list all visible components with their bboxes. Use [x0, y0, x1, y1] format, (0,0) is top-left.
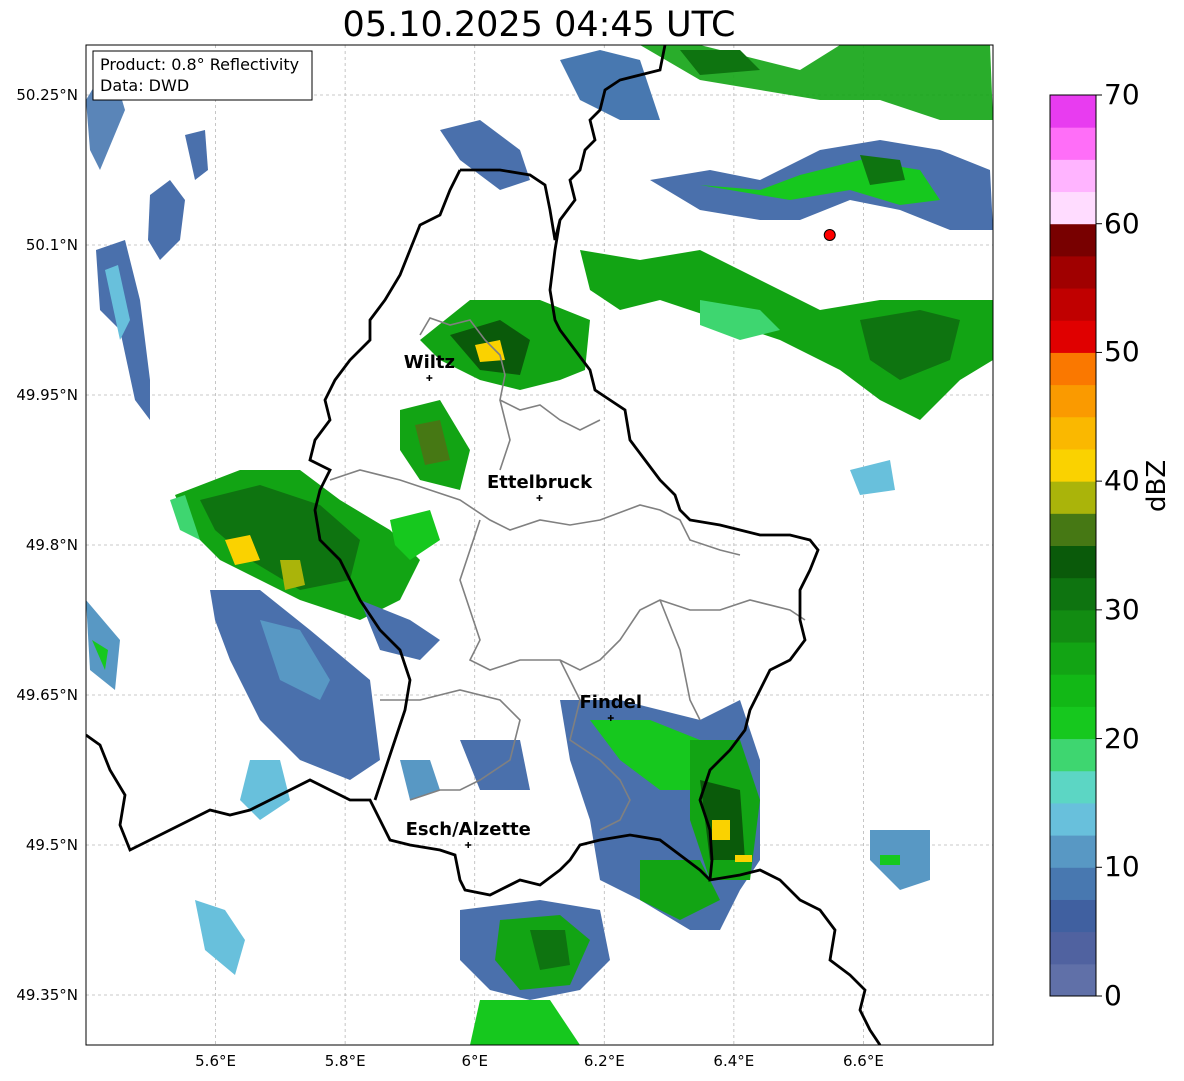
- x-tick-label: 5.6°E: [195, 1052, 236, 1070]
- info-box: Product: 0.8° Reflectivity Data: DWD: [92, 50, 313, 101]
- city-label: Wiltz: [404, 352, 455, 373]
- colorbar-segment: [1050, 609, 1096, 643]
- colorbar-segment: [1050, 352, 1096, 386]
- info-data: Data: DWD: [100, 76, 189, 95]
- y-tick-label: 49.5°N: [26, 836, 78, 854]
- colorbar-segment: [1050, 384, 1096, 418]
- colorbar-segment: [1050, 95, 1096, 128]
- colorbar-segment: [1050, 802, 1096, 836]
- colorbar-segment: [1050, 770, 1096, 804]
- colorbar-segment: [1050, 416, 1096, 450]
- colorbar-tick-label: 10: [1104, 850, 1140, 884]
- colorbar-segment: [1050, 288, 1096, 321]
- y-tick-label: 49.95°N: [16, 386, 78, 404]
- colorbar-segment: [1050, 577, 1096, 611]
- y-tick-label: 49.8°N: [26, 536, 78, 554]
- colorbar-segment: [1050, 963, 1096, 997]
- colorbar-segment: [1050, 513, 1096, 546]
- info-product: Product: 0.8° Reflectivity: [100, 55, 299, 74]
- colorbar-tick-label: 40: [1104, 464, 1140, 498]
- colorbar-segment: [1050, 931, 1096, 965]
- colorbar-segment: [1050, 481, 1096, 514]
- city-label: Ettelbruck: [487, 472, 593, 493]
- colorbar-label: dBZ: [1142, 459, 1172, 512]
- colorbar-segment: [1050, 899, 1096, 933]
- colorbar-segment: [1050, 191, 1096, 225]
- radar-map: Wiltz Ettelbruck Findel Esch/Alzette 5.6°E 5…: [16, 44, 1102, 1070]
- colorbar: [1049, 94, 1102, 997]
- colorbar-segment: [1050, 223, 1096, 257]
- y-tick-label: 50.25°N: [16, 86, 78, 104]
- x-tick-label: 6.2°E: [584, 1052, 625, 1070]
- colorbar-segment: [1050, 255, 1096, 289]
- x-tick-label: 6°E: [461, 1052, 488, 1070]
- colorbar-segment: [1050, 127, 1096, 160]
- x-tick-label: 6.4°E: [713, 1052, 754, 1070]
- x-tick-label: 5.8°E: [325, 1052, 366, 1070]
- colorbar-segment: [1050, 545, 1096, 579]
- city-label: Esch/Alzette: [406, 819, 531, 840]
- radar-site-marker: [823, 229, 836, 241]
- colorbar-tick-label: 20: [1104, 721, 1140, 755]
- colorbar-tick-label: 70: [1104, 78, 1140, 111]
- x-tick-label: 6.6°E: [843, 1052, 884, 1070]
- colorbar-segment: [1050, 642, 1096, 675]
- colorbar-segment: [1050, 867, 1096, 900]
- colorbar-tick-label: 0: [1104, 979, 1122, 1012]
- colorbar-segment: [1050, 738, 1096, 772]
- colorbar-tick-label: 50: [1104, 335, 1140, 369]
- y-tick-label: 50.1°N: [26, 236, 78, 254]
- y-tick-label: 49.65°N: [16, 686, 78, 704]
- colorbar-tick-label: 60: [1104, 206, 1140, 240]
- colorbar-segment: [1050, 674, 1096, 707]
- colorbar-segment: [1050, 320, 1096, 353]
- colorbar-tick-label: 30: [1104, 592, 1140, 626]
- city-label: Findel: [579, 692, 642, 713]
- colorbar-segment: [1050, 706, 1096, 740]
- colorbar-segment: [1050, 448, 1096, 482]
- colorbar-segment: [1050, 835, 1096, 868]
- colorbar-segment: [1050, 159, 1096, 193]
- y-tick-label: 49.35°N: [16, 986, 78, 1004]
